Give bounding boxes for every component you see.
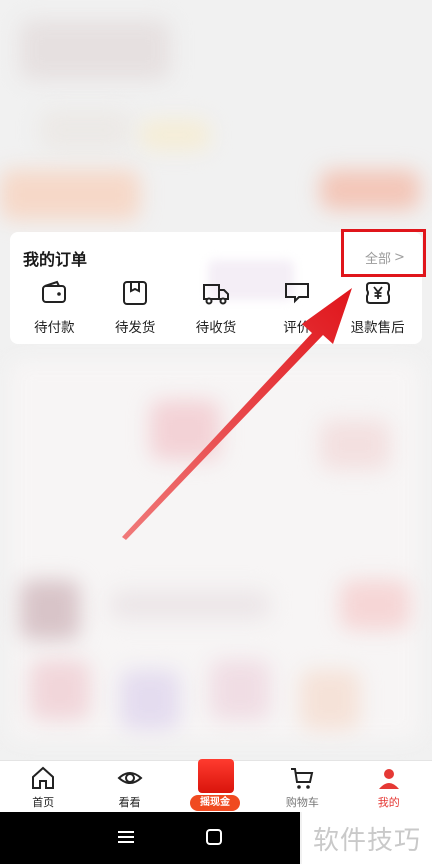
tab-profile[interactable]: 我的 bbox=[346, 761, 432, 813]
review-icon bbox=[284, 283, 309, 304]
order-pending-receipt[interactable]: 待收货 bbox=[177, 278, 255, 338]
tab-home-label: 首页 bbox=[32, 796, 55, 809]
watermark-text: 软件技巧 bbox=[302, 812, 432, 864]
tab-cart[interactable]: 购物车 bbox=[259, 761, 345, 813]
red-envelope-icon bbox=[197, 759, 234, 793]
tab-cart-label: 购物车 bbox=[285, 796, 319, 809]
order-pending-payment-label: 待付款 bbox=[34, 320, 75, 336]
tab-watch[interactable]: 看看 bbox=[87, 761, 173, 813]
menu-icon[interactable] bbox=[118, 828, 134, 846]
order-pending-shipment[interactable]: 待发货 bbox=[96, 278, 174, 338]
order-refund-after-sales-label: 退款售后 bbox=[350, 320, 405, 336]
shake-cash-badge: 摇现金 bbox=[190, 795, 240, 811]
profile-icon bbox=[378, 769, 399, 789]
refund-yen-icon bbox=[365, 282, 390, 304]
tab-watch-label: 看看 bbox=[118, 796, 141, 809]
wallet-icon bbox=[42, 280, 67, 303]
order-status-row: 待付款 待发货 待收货 评价 退款售后 bbox=[10, 278, 422, 338]
order-pending-receipt-label: 待收货 bbox=[195, 320, 237, 336]
order-review[interactable]: 评价 bbox=[258, 278, 336, 338]
annotation-highlight-box bbox=[341, 229, 426, 277]
order-pending-payment[interactable]: 待付款 bbox=[15, 278, 93, 338]
tab-profile-label: 我的 bbox=[377, 796, 400, 809]
home-icon bbox=[32, 766, 55, 789]
system-nav-bar bbox=[0, 812, 300, 864]
order-pending-shipment-label: 待发货 bbox=[114, 320, 156, 336]
order-refund-after-sales[interactable]: 退款售后 bbox=[339, 278, 417, 338]
blurred-background bbox=[0, 0, 432, 864]
order-review-label: 评价 bbox=[283, 320, 311, 336]
truck-icon bbox=[202, 284, 229, 305]
package-icon bbox=[123, 281, 148, 305]
home-button-icon[interactable] bbox=[206, 829, 222, 845]
tab-home[interactable]: 首页 bbox=[0, 761, 86, 813]
eye-icon bbox=[117, 772, 143, 784]
cart-icon bbox=[291, 768, 314, 789]
my-orders-title: 我的订单 bbox=[23, 250, 88, 269]
